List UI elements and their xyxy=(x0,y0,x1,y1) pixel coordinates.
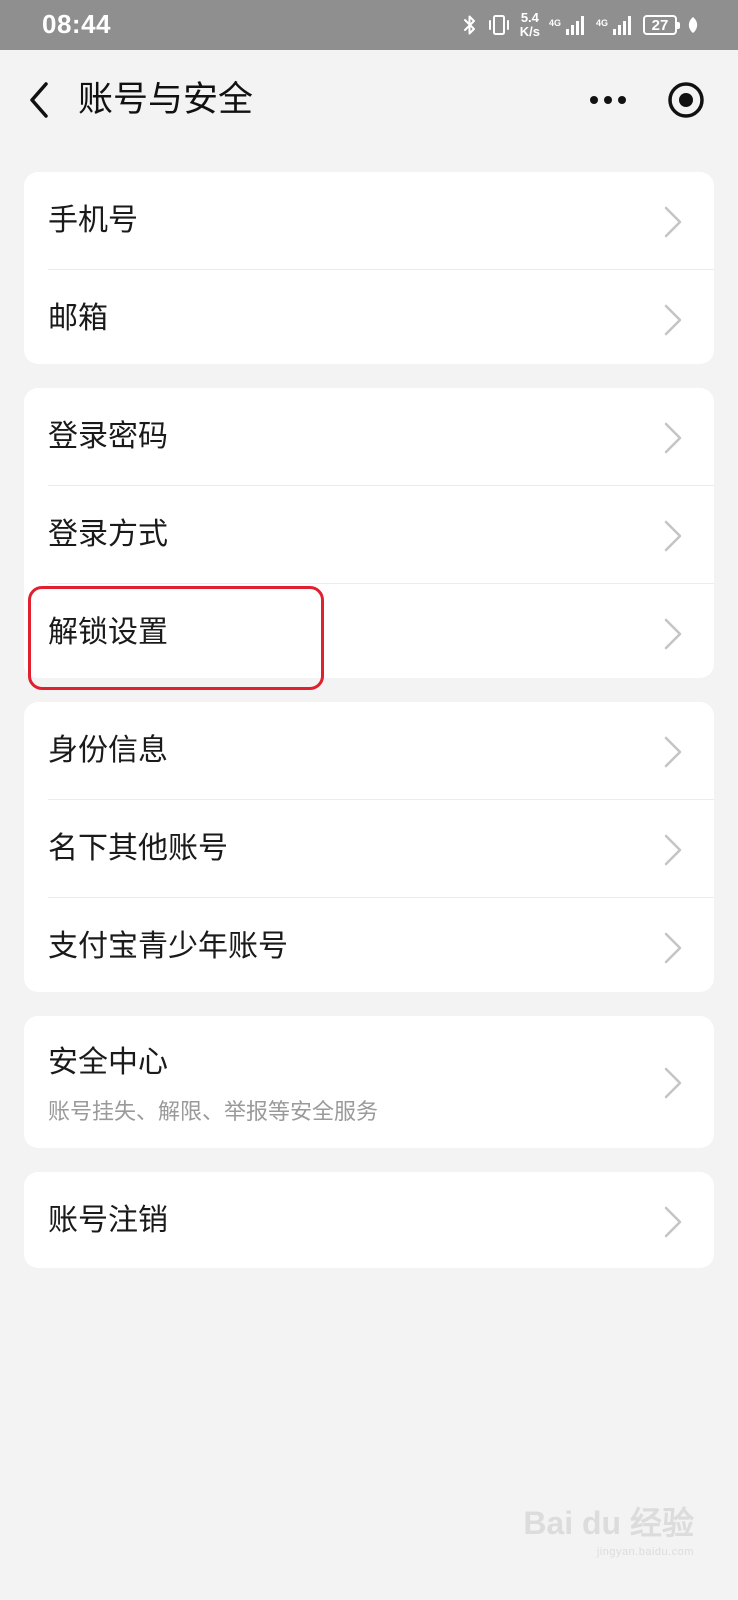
chevron-right-icon xyxy=(664,736,682,768)
watermark: Bai du 经验 jingyan.baidu.com xyxy=(523,1498,694,1558)
net-speed-unit: K/s xyxy=(519,24,540,39)
status-bar: 08:44 5.4 K/s 4G 4G 27 xyxy=(0,0,738,50)
signal-sim1: 4G xyxy=(549,14,587,36)
setting-item-login-password[interactable]: 登录密码 xyxy=(24,388,714,486)
setting-item-email[interactable]: 邮箱 xyxy=(24,270,714,364)
chevron-right-icon xyxy=(664,206,682,238)
target-icon xyxy=(668,82,704,118)
chevron-right-icon xyxy=(664,422,682,454)
settings-group-security-center: 安全中心 账号挂失、解限、举报等安全服务 xyxy=(24,1016,714,1148)
bluetooth-icon xyxy=(463,15,475,35)
chevron-right-icon xyxy=(664,1067,682,1099)
settings-group-deactivate: 账号注销 xyxy=(24,1172,714,1268)
sim2-label: 4G xyxy=(595,18,608,28)
setting-item-label: 邮箱 xyxy=(48,301,108,336)
chevron-right-icon xyxy=(664,618,682,650)
settings-group-contact: 手机号 邮箱 xyxy=(24,172,714,364)
signal-icon xyxy=(565,16,584,35)
chevron-right-icon xyxy=(664,520,682,552)
more-horizontal-icon xyxy=(590,96,598,104)
sim1-label: 4G xyxy=(548,18,561,28)
setting-item-teen-account[interactable]: 支付宝青少年账号 xyxy=(24,898,714,992)
vibrate-icon xyxy=(488,15,509,35)
settings-group-identity: 身份信息 名下其他账号 支付宝青少年账号 xyxy=(24,702,714,992)
highlight-annotation xyxy=(28,586,324,690)
setting-item-label: 名下其他账号 xyxy=(48,831,228,866)
watermark-url: jingyan.baidu.com xyxy=(596,1546,694,1558)
setting-item-deactivate-account[interactable]: 账号注销 xyxy=(24,1172,714,1268)
status-time: 08:44 xyxy=(42,9,111,39)
setting-item-phone[interactable]: 手机号 xyxy=(24,172,714,270)
setting-item-other-accounts[interactable]: 名下其他账号 xyxy=(24,800,714,898)
status-icons: 5.4 K/s 4G 4G 27 xyxy=(462,8,700,42)
chevron-right-icon xyxy=(664,834,682,866)
page-title: 账号与安全 xyxy=(78,80,254,120)
setting-item-login-method[interactable]: 登录方式 xyxy=(24,486,714,584)
battery-level: 27 xyxy=(651,16,669,34)
setting-item-security-center[interactable]: 安全中心 账号挂失、解限、举报等安全服务 xyxy=(24,1016,714,1148)
setting-item-label: 支付宝青少年账号 xyxy=(48,929,288,964)
net-speed: 5.4 K/s xyxy=(520,11,540,39)
setting-item-label: 账号注销 xyxy=(48,1203,168,1238)
setting-item-label: 登录方式 xyxy=(48,517,168,552)
back-button[interactable] xyxy=(20,78,64,122)
more-button[interactable] xyxy=(585,80,631,120)
chevron-right-icon xyxy=(664,304,682,336)
setting-item-identity-info[interactable]: 身份信息 xyxy=(24,702,714,800)
signal-icon xyxy=(613,16,631,35)
chevron-right-icon xyxy=(664,1206,682,1238)
setting-item-label: 身份信息 xyxy=(48,733,168,768)
chevron-left-icon xyxy=(30,82,48,118)
nav-bar: 账号与安全 xyxy=(0,50,738,150)
setting-item-label: 登录密码 xyxy=(48,419,168,454)
battery-icon: 27 xyxy=(643,15,680,35)
setting-item-label: 手机号 xyxy=(48,203,138,238)
net-speed-value: 5.4 xyxy=(520,10,539,25)
chevron-right-icon xyxy=(664,932,682,964)
setting-item-subtitle: 账号挂失、解限、举报等安全服务 xyxy=(48,1100,379,1125)
signal-sim2: 4G xyxy=(596,14,634,36)
setting-item-label: 安全中心 xyxy=(48,1045,168,1080)
leaf-icon xyxy=(688,17,698,33)
watermark-brand: Bai du 经验 xyxy=(523,1505,694,1541)
close-miniapp-button[interactable] xyxy=(664,78,708,122)
